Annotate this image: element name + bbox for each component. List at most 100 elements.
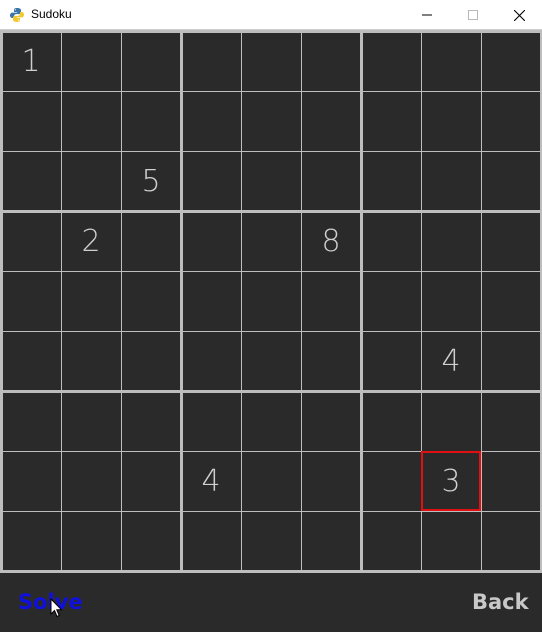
sudoku-cell[interactable] (1, 451, 61, 511)
sudoku-cell[interactable]: 1 (1, 31, 61, 91)
sudoku-cell[interactable] (301, 451, 361, 511)
sudoku-cell[interactable] (241, 511, 301, 571)
minimize-button[interactable] (404, 0, 450, 30)
sudoku-cell[interactable] (181, 331, 241, 391)
sudoku-cell[interactable] (241, 151, 301, 211)
sudoku-cell[interactable] (1, 151, 61, 211)
sudoku-cell[interactable] (301, 511, 361, 571)
sudoku-cell[interactable]: 8 (301, 211, 361, 271)
grid-line-horizontal (0, 150, 542, 152)
sudoku-cell[interactable] (181, 511, 241, 571)
sudoku-cell[interactable] (481, 451, 541, 511)
sudoku-cell[interactable] (241, 211, 301, 271)
sudoku-cell[interactable] (121, 331, 181, 391)
sudoku-cell[interactable] (121, 451, 181, 511)
grid-line-vertical (60, 30, 62, 573)
sudoku-cell[interactable] (181, 31, 241, 91)
maximize-icon (468, 10, 478, 20)
sudoku-cell[interactable] (241, 331, 301, 391)
sudoku-cell[interactable] (301, 151, 361, 211)
sudoku-cell[interactable] (181, 151, 241, 211)
sudoku-cell[interactable] (1, 511, 61, 571)
sudoku-cell[interactable] (241, 391, 301, 451)
cell-digit: 5 (141, 163, 161, 199)
back-button[interactable]: Back (472, 590, 529, 614)
sudoku-cell[interactable] (121, 211, 181, 271)
sudoku-cell[interactable] (181, 91, 241, 151)
sudoku-cell[interactable] (61, 331, 121, 391)
sudoku-cell[interactable] (421, 271, 481, 331)
sudoku-cell[interactable] (421, 151, 481, 211)
box-divider-horizontal (0, 29, 542, 33)
sudoku-cell[interactable] (421, 31, 481, 91)
sudoku-cell[interactable] (481, 391, 541, 451)
sudoku-cell[interactable] (241, 451, 301, 511)
sudoku-cell[interactable] (301, 91, 361, 151)
sudoku-cell[interactable] (361, 91, 421, 151)
sudoku-cell[interactable] (181, 391, 241, 451)
box-divider-vertical (0, 30, 3, 573)
sudoku-cell[interactable] (421, 391, 481, 451)
maximize-button[interactable] (450, 0, 496, 30)
sudoku-cell[interactable] (481, 511, 541, 571)
cell-digit: 4 (441, 343, 461, 379)
cell-digit: 2 (81, 223, 101, 259)
sudoku-cell[interactable] (241, 271, 301, 331)
grid-line-horizontal (0, 270, 542, 272)
sudoku-cell[interactable] (481, 331, 541, 391)
sudoku-cell[interactable] (121, 511, 181, 571)
sudoku-cell[interactable] (241, 31, 301, 91)
grid-line-horizontal (0, 90, 542, 92)
sudoku-cell[interactable] (61, 271, 121, 331)
sudoku-cell[interactable] (361, 511, 421, 571)
selected-cell-highlight (421, 451, 481, 511)
sudoku-cell[interactable] (61, 31, 121, 91)
sudoku-cell[interactable] (481, 91, 541, 151)
sudoku-cell[interactable] (121, 271, 181, 331)
sudoku-cell[interactable] (121, 391, 181, 451)
sudoku-cell[interactable] (1, 331, 61, 391)
box-divider-vertical (359, 30, 363, 573)
sudoku-cell[interactable] (421, 91, 481, 151)
sudoku-cell[interactable]: 2 (61, 211, 121, 271)
sudoku-cell[interactable] (421, 511, 481, 571)
sudoku-cell[interactable] (361, 451, 421, 511)
close-button[interactable] (496, 0, 542, 30)
sudoku-cell[interactable] (1, 91, 61, 151)
sudoku-cell[interactable] (301, 271, 361, 331)
sudoku-cell[interactable] (361, 391, 421, 451)
sudoku-board[interactable]: 1528443 (0, 29, 542, 573)
sudoku-cell[interactable] (121, 91, 181, 151)
sudoku-cell[interactable]: 5 (121, 151, 181, 211)
sudoku-cell[interactable]: 4 (181, 451, 241, 511)
sudoku-cell[interactable] (301, 391, 361, 451)
grid-line-vertical (300, 30, 302, 573)
sudoku-cell[interactable] (181, 271, 241, 331)
sudoku-cell[interactable] (121, 31, 181, 91)
sudoku-cell[interactable] (61, 451, 121, 511)
sudoku-cell[interactable] (361, 211, 421, 271)
sudoku-cell[interactable] (361, 151, 421, 211)
sudoku-cell[interactable] (241, 91, 301, 151)
sudoku-cell[interactable]: 4 (421, 331, 481, 391)
sudoku-cell[interactable] (481, 271, 541, 331)
sudoku-cell[interactable] (481, 31, 541, 91)
sudoku-cell[interactable] (301, 331, 361, 391)
sudoku-cell[interactable] (481, 151, 541, 211)
sudoku-cell[interactable] (481, 211, 541, 271)
sudoku-cell[interactable] (421, 211, 481, 271)
window-title: Sudoku (31, 7, 72, 21)
sudoku-cell[interactable] (61, 151, 121, 211)
sudoku-cell[interactable] (181, 211, 241, 271)
sudoku-cell[interactable] (361, 31, 421, 91)
sudoku-cell[interactable] (1, 391, 61, 451)
sudoku-cell[interactable] (61, 391, 121, 451)
sudoku-cell[interactable] (1, 271, 61, 331)
sudoku-cell[interactable] (361, 331, 421, 391)
sudoku-cell[interactable] (301, 31, 361, 91)
sudoku-cell[interactable] (361, 271, 421, 331)
sudoku-cell[interactable] (61, 91, 121, 151)
python-icon (10, 8, 24, 22)
sudoku-cell[interactable] (1, 211, 61, 271)
sudoku-cell[interactable] (61, 511, 121, 571)
